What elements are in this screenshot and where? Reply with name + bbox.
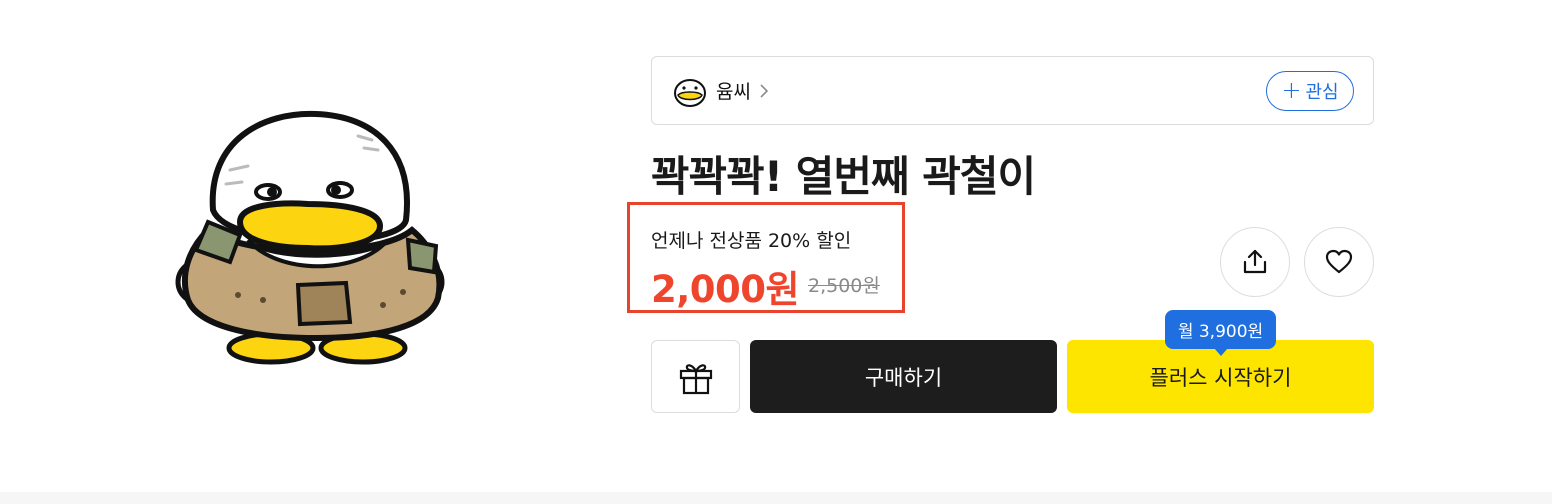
discount-text: 언제나 전상품 20% 할인: [651, 230, 852, 252]
heart-icon: [1325, 249, 1353, 274]
plus-icon: +: [1281, 75, 1302, 104]
follow-button-label: 관심: [1305, 81, 1339, 103]
sale-price: 2,000원: [651, 268, 800, 311]
gift-icon: [679, 363, 712, 394]
buy-button[interactable]: 구매하기: [750, 340, 1057, 413]
follow-button[interactable]: + 관심: [1266, 70, 1354, 111]
original-price: 2,500원: [808, 275, 880, 297]
artist-card[interactable]: 윰씨 + 관심: [651, 56, 1374, 125]
product-title: 꽉꽉꽉! 열번째 곽철이: [651, 152, 1036, 201]
price-section: 언제나 전상품 20% 할인 2,000원 2,500원: [627, 202, 905, 313]
plus-price-badge: 월 3,900원: [1165, 310, 1276, 356]
chevron-right-icon: [760, 83, 769, 98]
like-button[interactable]: [1304, 227, 1374, 297]
share-icon: [1243, 249, 1267, 274]
artist-avatar: [674, 78, 706, 107]
share-button[interactable]: [1220, 227, 1290, 297]
emoticon-detail-page: 윰씨 + 관심 꽉꽉꽉! 열번째 곽철이 언제나 전상품 20% 할인 2,00…: [0, 0, 1552, 504]
section-divider: [0, 492, 1552, 504]
emoticon-character-image: [175, 110, 445, 365]
gift-button[interactable]: [651, 340, 740, 413]
artist-name[interactable]: 윰씨: [716, 77, 751, 104]
